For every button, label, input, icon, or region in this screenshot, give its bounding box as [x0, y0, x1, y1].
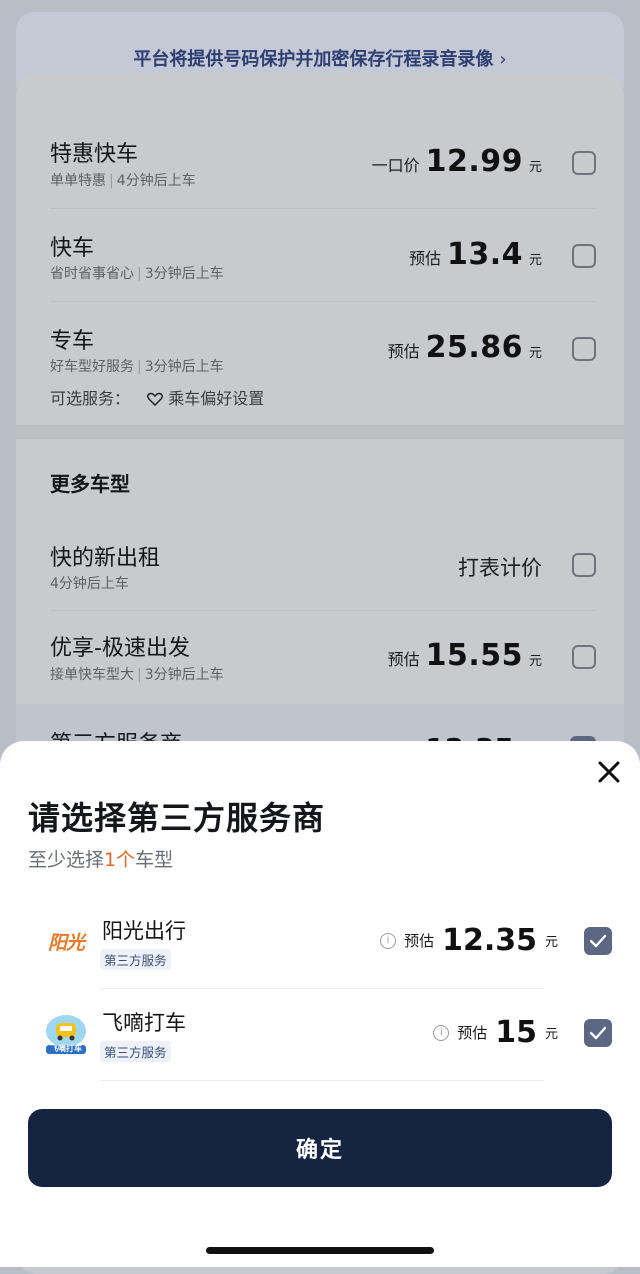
chevron-right-icon: › — [499, 49, 507, 70]
provider-row-yangguang[interactable]: 阳光 阳光出行 第三方服务 i 预估 12.35 元 — [0, 897, 640, 989]
provider-tag: 第三方服务 — [100, 1041, 171, 1062]
ride-price: 一口价 12.99 元 — [371, 144, 542, 179]
provider-name: 阳光出行 — [102, 919, 186, 943]
provider-checkbox[interactable] — [584, 1019, 612, 1047]
ride-option-zhuanche[interactable]: 专车 好车型好服务 | 3分钟后上车 可选服务： 乘车偏好设置 预估 25.86 元 — [16, 315, 624, 415]
optional-services-label: 可选服务： — [50, 389, 131, 408]
subtitle-highlight: 1个 — [104, 849, 136, 871]
preference-settings-link[interactable]: 乘车偏好设置 — [168, 389, 264, 408]
ride-name: 特惠快车 — [50, 142, 139, 167]
ride-name: 快车 — [50, 236, 95, 261]
close-icon[interactable] — [592, 755, 626, 789]
ride-eta: 3分钟后上车 — [144, 667, 224, 683]
ride-option-kuaiche[interactable]: 快车 省时省事省心 | 3分钟后上车 预估 13.4 元 — [16, 222, 624, 302]
ride-tag: 接单快车型大 — [50, 667, 134, 683]
ride-price: 预估 13.4 元 — [408, 237, 542, 272]
feidi-logo: 飞嘀打车 — [44, 1011, 88, 1055]
ride-option-youxiang[interactable]: 优享-极速出发 接单快车型大 | 3分钟后上车 预估 15.55 元 — [16, 622, 624, 702]
ride-tag: 单单特惠 — [50, 173, 106, 189]
check-icon — [589, 1026, 607, 1040]
ride-checkbox[interactable] — [572, 337, 596, 361]
ride-checkbox[interactable] — [572, 553, 596, 577]
ride-price: 预估 15.55 元 — [387, 638, 542, 673]
home-indicator[interactable] — [206, 1247, 434, 1254]
divider — [50, 301, 596, 302]
section-separator — [16, 425, 624, 439]
divider — [50, 610, 596, 611]
provider-name: 飞嘀打车 — [102, 1011, 186, 1035]
ride-option-tehui[interactable]: 特惠快车 单单特惠 | 4分钟后上车 一口价 12.99 元 — [16, 130, 624, 210]
provider-checkbox[interactable] — [584, 927, 612, 955]
provider-price: i 预估 12.35 元 — [380, 923, 558, 958]
optional-services[interactable]: 可选服务： 乘车偏好设置 — [50, 385, 264, 410]
ride-tag: 省时省事省心 — [50, 266, 134, 282]
divider — [50, 208, 596, 209]
info-icon[interactable]: i — [380, 932, 397, 949]
ride-name: 快的新出租 — [50, 546, 161, 571]
ride-checkbox[interactable] — [572, 151, 596, 175]
divider — [100, 1080, 544, 1081]
provider-sheet: 请选择第三方服务商 至少选择1个车型 阳光 阳光出行 第三方服务 i 预估 12… — [0, 741, 640, 1267]
provider-price: i 预估 15 元 — [433, 1015, 558, 1050]
ride-eta: 4分钟后上车 — [50, 576, 129, 592]
ride-name: 专车 — [50, 329, 95, 354]
info-icon[interactable]: i — [433, 1024, 450, 1041]
ride-price: 预估 25.86 元 — [387, 330, 542, 365]
heart-icon — [147, 391, 164, 410]
ride-eta: 3分钟后上车 — [144, 266, 224, 282]
sheet-title: 请选择第三方服务商 — [28, 799, 326, 837]
more-models-title: 更多车型 — [50, 472, 130, 496]
ride-tag: 好车型好服务 — [50, 359, 134, 375]
ride-option-taxi[interactable]: 快的新出租 4分钟后上车 打表计价 — [16, 530, 624, 610]
ride-checkbox[interactable] — [572, 645, 596, 669]
ride-price: 打表计价 — [458, 556, 542, 580]
provider-row-feidi[interactable]: 飞嘀打车 飞嘀打车 第三方服务 i 预估 15 元 — [0, 989, 640, 1081]
provider-tag: 第三方服务 — [100, 949, 171, 970]
sheet-subtitle: 至少选择1个车型 — [28, 849, 174, 871]
ride-eta: 4分钟后上车 — [116, 173, 196, 189]
yangguang-logo: 阳光 — [47, 931, 85, 954]
privacy-banner-text: 平台将提供号码保护并加密保存行程录音录像 — [133, 49, 494, 70]
check-icon — [589, 934, 607, 948]
ride-name: 优享-极速出发 — [50, 636, 190, 661]
ride-eta: 3分钟后上车 — [144, 359, 224, 375]
ride-checkbox[interactable] — [572, 244, 596, 268]
confirm-button[interactable]: 确定 — [28, 1109, 612, 1187]
